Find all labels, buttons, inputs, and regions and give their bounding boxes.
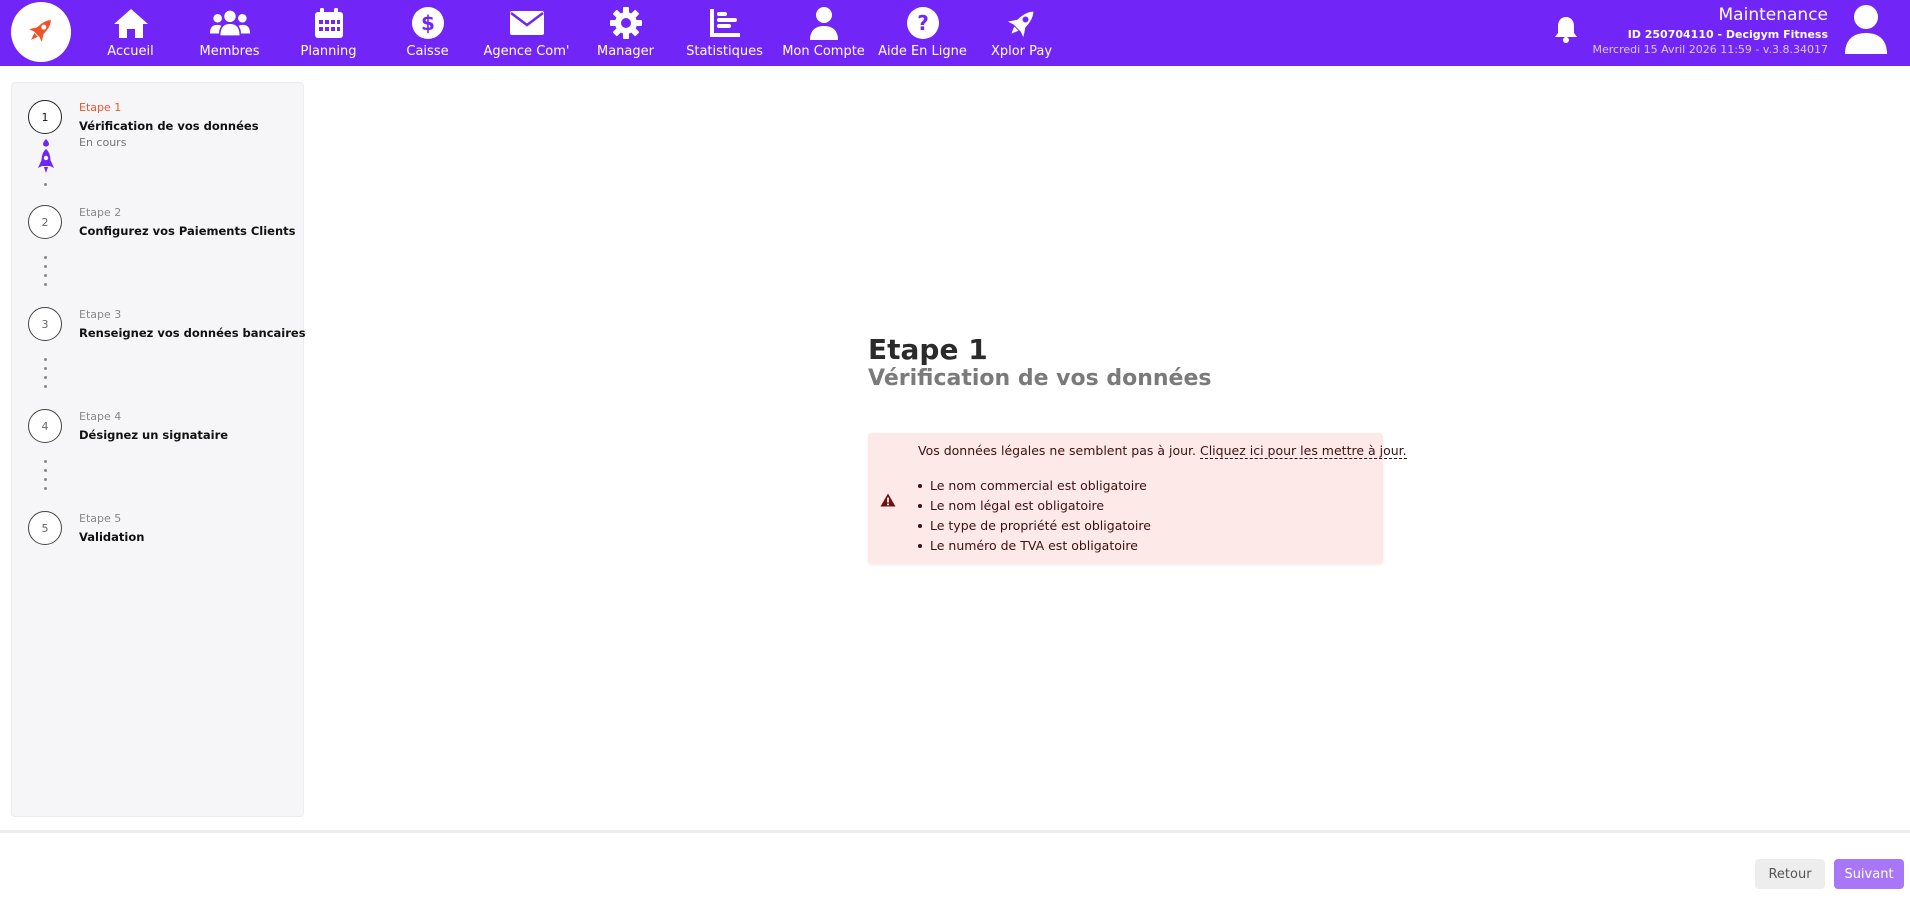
step-connector	[44, 358, 48, 394]
step-label: Etape 3	[79, 308, 122, 321]
step-title: Validation	[79, 530, 145, 544]
warning-icon	[880, 492, 896, 511]
avatar[interactable]	[1842, 5, 1890, 57]
list-item: Le numéro de TVA est obligatoire	[918, 536, 1151, 556]
step-number: 3	[28, 307, 62, 341]
step-label: Etape 4	[79, 410, 122, 423]
calendar-icon	[309, 5, 349, 41]
user-icon	[804, 5, 844, 41]
list-item: Le nom commercial est obligatoire	[918, 476, 1151, 496]
steps-sidebar: 1 Etape 1 Vérification de vos données En…	[11, 82, 306, 817]
page-subtitle: Vérification de vos données	[868, 366, 1212, 391]
step-label: Etape 1	[79, 101, 122, 114]
alert-text: Vos données légales ne semblent pas à jo…	[918, 443, 1196, 458]
footer-divider	[0, 830, 1910, 833]
date-version: Mercredi 15 Avril 2026 11:59 - v.3.8.340…	[1592, 43, 1828, 56]
nav-item-aide-en-ligne[interactable]: ? Aide En Ligne	[873, 0, 972, 66]
step-label: Etape 5	[79, 512, 122, 525]
nav-label: Mon Compte	[782, 44, 865, 59]
page-title: Etape 1	[868, 333, 988, 366]
step-number: 5	[28, 511, 62, 545]
app-logo[interactable]	[11, 2, 71, 62]
envelope-icon	[507, 5, 547, 41]
missing-fields-list: Le nom commercial est obligatoire Le nom…	[918, 476, 1151, 556]
update-legal-data-link[interactable]: Cliquez ici pour les mettre à jour.	[1199, 443, 1407, 459]
alert-message: Vos données légales ne semblent pas à jo…	[918, 443, 1407, 459]
nav-item-agence-com[interactable]: Agence Com'	[477, 0, 576, 66]
nav-label: Manager	[597, 44, 654, 59]
nav-item-xplor-pay[interactable]: Xplor Pay	[972, 0, 1071, 66]
question-icon: ?	[903, 5, 943, 41]
list-item: Le type de propriété est obligatoire	[918, 516, 1151, 536]
next-button[interactable]: Suivant	[1834, 859, 1904, 889]
notifications-bell[interactable]	[1552, 16, 1580, 46]
back-button[interactable]: Retour	[1755, 859, 1825, 889]
step-title: Désignez un signataire	[79, 428, 229, 442]
nav-item-caisse[interactable]: $ Caisse	[378, 0, 477, 66]
step-connector	[44, 256, 48, 292]
svg-text:?: ?	[917, 11, 929, 35]
account-id: ID 250704110 - Decigym Fitness	[1627, 28, 1828, 41]
nav-label: Caisse	[406, 44, 449, 59]
home-icon	[111, 5, 151, 41]
nav-item-manager[interactable]: Manager	[576, 0, 675, 66]
users-icon	[209, 5, 250, 41]
step-title: Renseignez vos données bancaires	[79, 326, 306, 340]
step-status: En cours	[79, 136, 127, 149]
nav-label: Xplor Pay	[990, 44, 1053, 59]
dollar-icon: $	[408, 5, 448, 41]
progress-rocket-icon	[36, 137, 56, 183]
step-number: 2	[28, 205, 62, 239]
top-navigation-bar: Accueil Membres Planning $ Caisse Agence…	[0, 0, 1910, 66]
rocket-logo-icon	[24, 13, 58, 51]
user-avatar-icon	[1843, 4, 1889, 58]
chart-icon	[705, 5, 745, 41]
bell-icon	[1553, 15, 1579, 47]
step-number: 1	[28, 100, 62, 134]
main-nav: Accueil Membres Planning $ Caisse Agence…	[81, 0, 1071, 66]
nav-item-statistiques[interactable]: Statistiques	[675, 0, 774, 66]
step-title: Vérification de vos données	[79, 119, 259, 133]
nav-label: Agence Com'	[483, 44, 570, 59]
svg-text:$: $	[421, 11, 435, 35]
nav-item-accueil[interactable]: Accueil	[81, 0, 180, 66]
legal-data-alert: Vos données légales ne semblent pas à jo…	[868, 433, 1407, 564]
nav-label: Accueil	[107, 44, 154, 59]
nav-label: Aide En Ligne	[878, 44, 967, 59]
step-number: 4	[28, 409, 62, 443]
nav-label: Statistiques	[686, 44, 763, 59]
step-connector	[44, 183, 48, 192]
step-connector	[44, 460, 48, 496]
list-item: Le nom légal est obligatoire	[918, 496, 1151, 516]
nav-label: Planning	[300, 44, 357, 59]
nav-item-mon-compte[interactable]: Mon Compte	[774, 0, 873, 66]
user-info: Maintenance ID 250704110 - Decigym Fitne…	[1593, 5, 1828, 57]
step-label: Etape 2	[79, 206, 122, 219]
rocket-icon	[1002, 5, 1042, 41]
nav-label: Membres	[199, 44, 260, 59]
nav-item-planning[interactable]: Planning	[279, 0, 378, 66]
step-title: Configurez vos Paiements Clients	[79, 224, 296, 238]
user-name: Maintenance	[1718, 5, 1828, 25]
gear-icon	[606, 5, 646, 41]
nav-item-membres[interactable]: Membres	[180, 0, 279, 66]
